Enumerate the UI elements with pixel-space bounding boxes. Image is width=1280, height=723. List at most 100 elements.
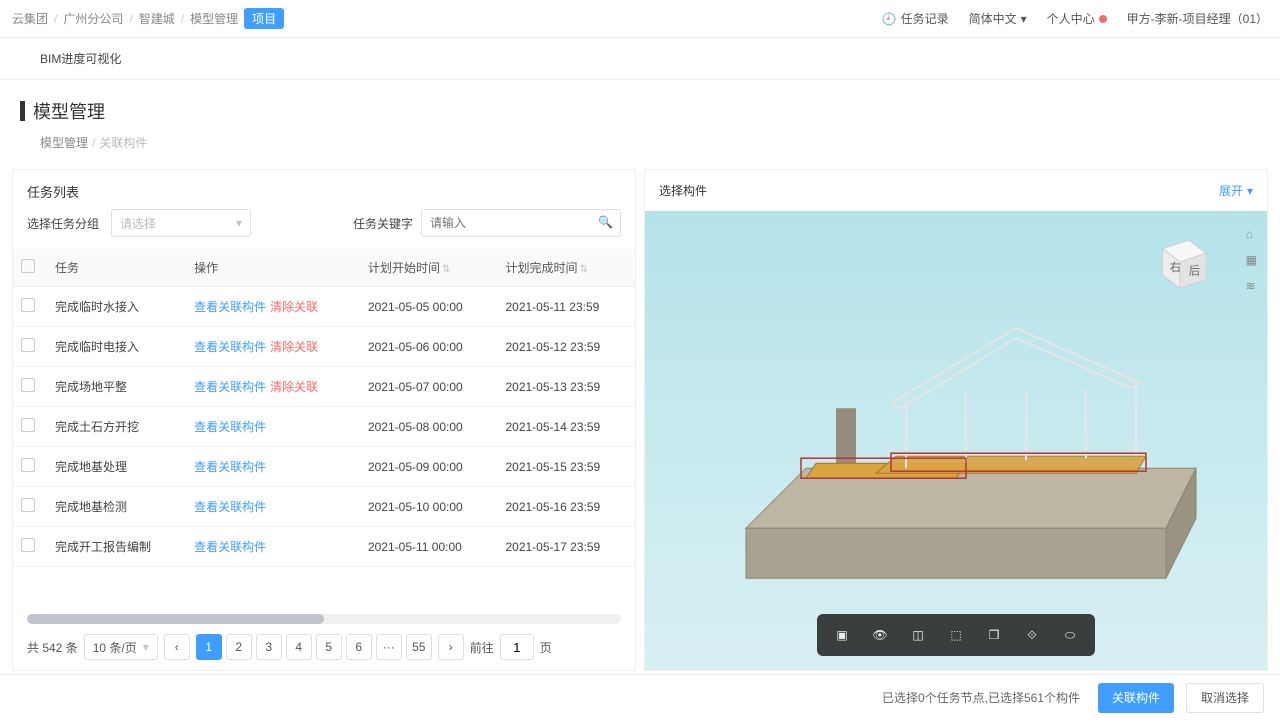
task-log-link[interactable]: 🕘任务记录 [882,10,949,27]
end-cell: 2021-05-13 23:59 [497,367,635,407]
prev-page-button[interactable]: ‹ [164,634,190,660]
table-row: 完成地基检测查看关联构件2021-05-10 00:002021-05-16 2… [13,487,635,527]
task-cell: 完成临时水接入 [47,287,186,327]
panel-title: 任务列表 [13,170,635,209]
checkbox[interactable] [21,298,35,312]
crumb[interactable]: 智建城 [139,10,175,27]
end-cell: 2021-05-16 23:59 [497,487,635,527]
goto-input[interactable] [500,634,534,660]
topbar-right: 🕘任务记录 简体中文▾ 个人中心 甲方-李新-项目经理（01） [882,10,1268,27]
page-button[interactable]: 3 [256,634,282,660]
associate-button[interactable]: 关联构件 [1098,683,1174,713]
clear-link[interactable]: 清除关联 [270,380,318,394]
view-link[interactable]: 查看关联构件 [194,460,266,474]
start-cell: 2021-05-10 00:00 [360,487,498,527]
view-link[interactable]: 查看关联构件 [194,540,266,554]
view-link[interactable]: 查看关联构件 [194,420,266,434]
task-table: 任务 操作 计划开始时间⇅ 计划完成时间⇅ 完成临时水接入查看关联构件清除关联2… [13,249,635,567]
checkbox-all[interactable] [21,259,35,273]
box-tool-icon[interactable]: ❒ [979,620,1009,650]
col-task[interactable]: 任务 [47,249,186,287]
chevron-down-icon: ▾ [1247,184,1253,198]
goto-label: 前往 [470,639,494,656]
group-select[interactable]: 请选择 ▾ [111,209,251,237]
checkbox[interactable] [21,458,35,472]
grid-icon[interactable]: ▦ [1246,253,1257,267]
select-tool-icon[interactable]: ▣ [827,620,857,650]
settings-tool-icon[interactable]: ⬭ [1055,620,1085,650]
col-end[interactable]: 计划完成时间⇅ [497,249,635,287]
page-button[interactable]: 1 [196,634,222,660]
page-button[interactable]: 4 [286,634,312,660]
measure-tool-icon[interactable]: ⟐ [1017,620,1047,650]
sort-icon[interactable]: ⇅ [579,264,587,275]
expand-button[interactable]: 展开▾ [1219,182,1253,199]
crumb[interactable]: 模型管理 [40,136,88,150]
end-cell: 2021-05-17 23:59 [497,527,635,567]
page-button[interactable]: 55 [406,634,432,660]
cancel-selection-button[interactable]: 取消选择 [1186,683,1264,713]
task-cell: 完成场地平整 [47,367,186,407]
page-size-select[interactable]: 10 条/页▾ [84,634,158,660]
table-row: 完成开工报告编制查看关联构件2021-05-11 00:002021-05-17… [13,527,635,567]
user-center[interactable]: 个人中心 [1047,10,1107,27]
horizontal-scrollbar[interactable] [27,614,621,624]
chevron-down-icon: ▾ [236,216,242,230]
3d-viewer[interactable]: 右 后 ⌂ ▦ ≋ ▣ 👁 ◫ ⬚ ❒ ⟐ ⬭ [645,211,1267,670]
search-icon[interactable]: 🔍 [598,215,613,229]
checkbox[interactable] [21,498,35,512]
clear-link[interactable]: 清除关联 [270,300,318,314]
home-icon[interactable]: ⌂ [1246,227,1257,241]
page-button[interactable]: 5 [316,634,342,660]
view-cube[interactable]: 右 后 [1145,227,1215,297]
cube-tool-icon[interactable]: ⬚ [941,620,971,650]
page-button[interactable]: 2 [226,634,252,660]
view-link[interactable]: 查看关联构件 [194,500,266,514]
section-tool-icon[interactable]: ◫ [903,620,933,650]
clear-link[interactable]: 清除关联 [270,340,318,354]
chevron-down-icon: ▾ [143,640,149,654]
notification-dot [1099,15,1107,23]
lang-select[interactable]: 简体中文▾ [969,10,1027,27]
crumb[interactable]: 云集团 [12,10,48,27]
keyword-input[interactable] [421,209,621,237]
breadcrumbs-secondary: 模型管理/关联构件 [20,134,1260,151]
checkbox[interactable] [21,418,35,432]
table-row: 完成临时电接入查看关联构件清除关联2021-05-06 00:002021-05… [13,327,635,367]
page-button[interactable]: ··· [376,634,402,660]
col-start[interactable]: 计划开始时间⇅ [360,249,498,287]
panel-title: 选择构件 [659,182,707,199]
view-link[interactable]: 查看关联构件 [194,300,266,314]
breadcrumbs: 云集团/ 广州分公司/ 智建城/ 模型管理 项目 [12,8,284,29]
checkbox[interactable] [21,538,35,552]
sort-icon[interactable]: ⇅ [442,264,450,275]
user-name[interactable]: 甲方-李新-项目经理（01） [1127,10,1268,27]
page-header: 模型管理 模型管理/关联构件 [0,80,1280,157]
checkbox[interactable] [21,378,35,392]
page-button[interactable]: 6 [346,634,372,660]
end-cell: 2021-05-14 23:59 [497,407,635,447]
hide-tool-icon[interactable]: 👁 [865,620,895,650]
end-cell: 2021-05-11 23:59 [497,287,635,327]
crumb[interactable]: 广州分公司 [63,10,123,27]
view-link[interactable]: 查看关联构件 [194,380,266,394]
view-link[interactable]: 查看关联构件 [194,340,266,354]
col-op: 操作 [186,249,360,287]
chevron-down-icon: ▾ [1021,12,1027,26]
table-row: 完成场地平整查看关联构件清除关联2021-05-07 00:002021-05-… [13,367,635,407]
crumb-current: 项目 [244,8,284,29]
task-table-wrap: 任务 操作 计划开始时间⇅ 计划完成时间⇅ 完成临时水接入查看关联构件清除关联2… [13,249,635,614]
layers-icon[interactable]: ≋ [1246,279,1257,293]
checkbox[interactable] [21,338,35,352]
crumb[interactable]: 模型管理 [190,10,238,27]
start-cell: 2021-05-09 00:00 [360,447,498,487]
sub-nav-item[interactable]: BIM进度可视化 [40,50,121,67]
table-row: 完成土石方开挖查看关联构件2021-05-08 00:002021-05-14 … [13,407,635,447]
crumb-current: 关联构件 [99,136,147,150]
svg-text:右: 右 [1170,260,1181,274]
page-suffix: 页 [540,639,552,656]
start-cell: 2021-05-06 00:00 [360,327,498,367]
sub-nav: BIM进度可视化 [0,38,1280,80]
next-page-button[interactable]: › [438,634,464,660]
total-count: 共 542 条 [27,639,78,656]
